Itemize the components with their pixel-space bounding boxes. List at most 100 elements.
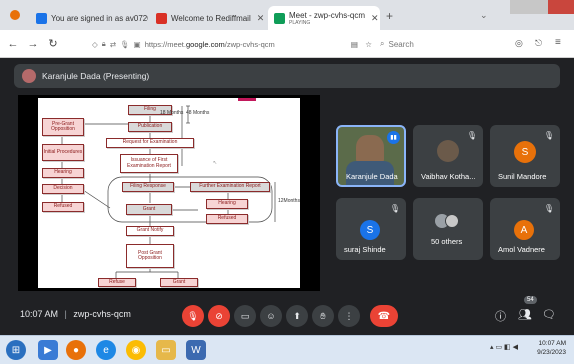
present-icon: ⬆ <box>293 310 301 321</box>
camera-off-icon: ⊘ <box>215 310 223 321</box>
others-avatar <box>445 214 459 228</box>
browser-tab-bar: You are signed in as av07201( ✕ Welcome … <box>0 0 574 30</box>
minimize-button[interactable] <box>510 0 530 14</box>
file-explorer-icon[interactable]: ▭ <box>156 340 176 360</box>
browser-toolbar: ← → ↻ ◇ 🔒︎ ⇄ 🎙︎ ▣ https://meet. google.co… <box>0 30 574 58</box>
fc-node: Refused <box>206 214 248 224</box>
internet-explorer-icon[interactable]: e <box>96 340 116 360</box>
fc-node: Issuance of First Examination Report <box>120 154 178 173</box>
others-tile[interactable]: 50 others <box>413 198 483 260</box>
fc-node: Decision <box>42 184 84 194</box>
media-player-icon[interactable]: ▶ <box>38 340 58 360</box>
rediff-favicon-icon <box>156 12 167 24</box>
lock-icon: 🔒︎ <box>101 39 106 48</box>
participant-tile[interactable]: 🎙︎ S Sunil Mandore <box>490 125 560 187</box>
fc-node: Request for Examination <box>106 138 194 148</box>
firefox-icon[interactable]: ● <box>66 340 86 360</box>
fc-node: Filing Response <box>122 182 174 192</box>
patent-flowchart: Filing Publication Request for Examinati… <box>38 98 300 288</box>
maximize-button[interactable] <box>530 0 548 14</box>
reload-icon[interactable]: ↻ <box>46 37 60 50</box>
firefox-menu-icon[interactable] <box>10 10 20 20</box>
mic-off-icon: 🎙︎ <box>543 204 554 213</box>
fc-node: Grant <box>160 278 198 287</box>
participant-tile[interactable]: 🎙︎ Vaibhav Kotha... <box>413 125 483 187</box>
mic-permission-icon[interactable]: 🎙︎ <box>120 40 130 49</box>
close-tab-icon[interactable]: ✕ <box>371 13 379 24</box>
account-icon[interactable]: ⎋ <box>535 38 542 49</box>
bookmark-star-icon[interactable]: ☆ <box>365 40 372 49</box>
tab-signed-in[interactable]: You are signed in as av07201( ✕ <box>30 6 148 30</box>
mic-off-icon: 🎙︎ <box>187 310 199 321</box>
new-tab-button[interactable]: + <box>386 9 393 23</box>
present-screen-button[interactable]: ⬆ <box>286 305 308 327</box>
chat-icon[interactable]: 🗨︎ <box>542 308 556 321</box>
more-options-button[interactable]: ⋮ <box>338 305 360 327</box>
close-tab-icon[interactable]: ✕ <box>257 13 265 24</box>
participant-avatar: S <box>514 141 536 163</box>
leave-call-button[interactable]: ☎︎ <box>370 305 398 327</box>
participant-tile[interactable]: 🎙︎ A Amol Vadnere <box>490 198 560 260</box>
hamburger-menu-icon[interactable]: ≡ <box>555 37 561 48</box>
fc-node: Grant Notify <box>126 226 174 236</box>
word-document-icon[interactable]: W <box>186 340 206 360</box>
chrome-icon[interactable]: ◉ <box>126 340 146 360</box>
duration-label: 12Months <box>278 198 300 204</box>
emoji-icon: ☺ <box>266 311 276 321</box>
fc-node: Publication <box>128 122 172 132</box>
close-window-button[interactable] <box>548 0 574 14</box>
people-icon[interactable]: 👥︎ <box>518 308 532 321</box>
search-icon: ⌕ <box>380 39 385 48</box>
back-arrow-icon[interactable]: ← <box>6 38 20 50</box>
presenter-banner: Karanjule Dada (Presenting) <box>14 64 560 88</box>
permissions-icon[interactable]: ⇄ <box>110 40 116 49</box>
slide-accent-bar <box>238 98 256 101</box>
fc-node: Refused <box>42 202 84 212</box>
tab-favicon-icon <box>36 12 47 24</box>
shield-icon: ◇ <box>92 39 98 49</box>
windows-start-icon[interactable]: ⊞ <box>6 340 26 360</box>
camera-permission-icon[interactable]: ▣ <box>134 40 141 49</box>
presented-slide: Filing Publication Request for Examinati… <box>18 95 320 291</box>
tray-icons[interactable]: ▴ ▭ ◧ ◀︎ <box>490 343 518 352</box>
meeting-details-info-icon[interactable]: ⓘ <box>495 308 506 324</box>
more-vert-icon: ⋮ <box>344 310 354 321</box>
meeting-info: 10:07 AM | zwp-cvhs-qcm <box>20 309 131 319</box>
screen: You are signed in as av07201( ✕ Welcome … <box>0 0 574 364</box>
presenter-avatar <box>22 69 36 83</box>
fc-node: Refuse <box>98 278 136 287</box>
system-tray-clock[interactable]: ▴ ▭ ◧ ◀︎ 10:07 AM 9/23/2023 <box>490 339 566 357</box>
reactions-button[interactable]: ☺ <box>260 305 282 327</box>
fc-node: Hearing <box>206 199 248 209</box>
fc-node: Pre-Grant Opposition <box>42 118 84 136</box>
participant-tile[interactable]: 🎙︎ S suraj Shinde <box>336 198 406 260</box>
fc-node: Grant <box>126 204 172 215</box>
tab-list-chevron-icon[interactable]: ⌄ <box>480 10 488 21</box>
mouse-cursor-icon: ↖ <box>213 160 218 166</box>
mic-off-icon: 🎙︎ <box>389 204 400 213</box>
fc-node: Hearing <box>42 168 84 178</box>
participant-tile-video[interactable]: ▮▮ Karanjule Dada <box>336 125 406 187</box>
meet-control-bar: 10:07 AM | zwp-cvhs-qcm 🎙︎ ⊘ ▭ ☺ ⬆ ✋︎ ⋮ … <box>0 296 574 335</box>
hand-icon: ✋︎ <box>320 310 326 321</box>
raise-hand-button[interactable]: ✋︎ <box>312 305 334 327</box>
fc-node: Further Examination Report <box>190 182 270 192</box>
forward-arrow-icon[interactable]: → <box>26 38 40 50</box>
pocket-icon[interactable]: ◎ <box>515 38 523 49</box>
mic-off-icon: 🎙︎ <box>466 131 477 140</box>
microphone-off-button[interactable]: 🎙︎ <box>182 305 204 327</box>
meet-content: Karanjule Dada (Presenting) Filing Publi… <box>0 58 574 334</box>
camera-off-button[interactable]: ⊘ <box>208 305 230 327</box>
participant-avatar: S <box>360 220 380 240</box>
mic-off-icon: 🎙︎ <box>543 131 554 140</box>
participant-count-badge: 54 <box>524 296 537 304</box>
windows-taskbar: ⊞ ▶ ● e ◉ ▭ W ▴ ▭ ◧ ◀︎ 10:07 AM 9/23/202… <box>0 335 574 364</box>
reader-view-icon[interactable]: ▤ <box>351 40 358 49</box>
address-bar[interactable]: ◇ 🔒︎ ⇄ 🎙︎ ▣ https://meet. google.com/zwp-… <box>92 35 376 53</box>
search-box[interactable]: ⌕ Search <box>380 35 498 53</box>
meet-favicon-icon <box>274 12 285 24</box>
tab-rediffmail[interactable]: Welcome to Rediffmail ✕ <box>150 6 266 30</box>
duration-label: 48 Months <box>186 110 210 116</box>
tab-meet[interactable]: Meet - zwp-cvhs-qcm PLAYING ✕ <box>268 6 380 30</box>
captions-button[interactable]: ▭ <box>234 305 256 327</box>
